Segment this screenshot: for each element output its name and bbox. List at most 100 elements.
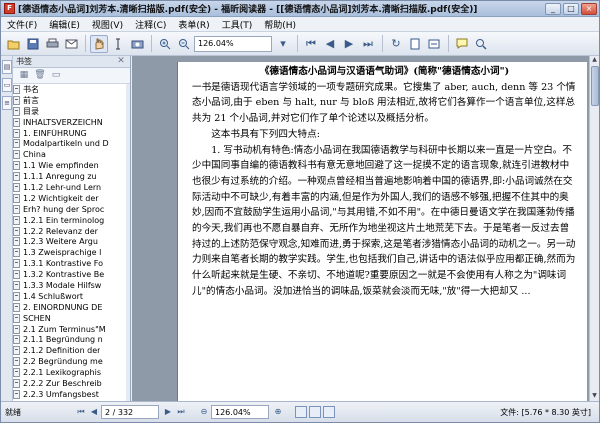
bookmark-item[interactable]: Modalpartikeln und D [13, 138, 127, 149]
document-scrollbar[interactable]: ▲ ▼ [589, 56, 599, 401]
scroll-down-icon[interactable]: ▼ [590, 392, 599, 401]
first-page-icon[interactable]: ⏮ [302, 35, 320, 53]
toolbar-separator [297, 35, 298, 52]
menu-file[interactable]: 文件(F) [7, 18, 37, 31]
bookmark-icon [13, 84, 20, 94]
bookmark-label: 1.1 Wie empfinden [23, 161, 99, 171]
status-zoom-out-icon[interactable]: ⊖ [198, 406, 210, 418]
page-number-field[interactable]: 2 / 332 [101, 405, 159, 419]
last-page-icon[interactable]: ⏭ [359, 35, 377, 53]
bookmark-item[interactable]: China [13, 149, 127, 160]
search-icon[interactable] [472, 35, 490, 53]
bookmark-item[interactable]: 2. EINORDNUNG DE [13, 302, 127, 313]
bookmark-icon [13, 357, 20, 367]
print-icon[interactable] [43, 35, 61, 53]
bookmark-item[interactable]: 书名 [13, 84, 127, 95]
bookmark-item[interactable]: 1.1.2 Lehr-und Lern [13, 182, 127, 193]
bookmark-scrollbar[interactable] [126, 84, 130, 401]
facing-view-icon[interactable] [323, 406, 335, 418]
pdf-page: 《德语情态小品词与汉语语气助词》(简称"德语情态小词") 一书是德语现代语言学领域… [177, 62, 587, 401]
zoom-combo[interactable]: 126.04% [194, 35, 272, 52]
bookmark-item[interactable]: 2.2 Begründung me [13, 356, 127, 367]
menu-edit[interactable]: 编辑(E) [49, 18, 80, 31]
bookmark-item[interactable]: 1.1.1 Anregung zu [13, 171, 127, 182]
menu-comment[interactable]: 注释(C) [135, 18, 166, 31]
close-button[interactable]: × [581, 2, 597, 15]
status-zoom-field[interactable]: 126.04% [211, 405, 269, 419]
bookmark-icon [13, 128, 20, 138]
save-icon[interactable] [24, 35, 42, 53]
snapshot-icon[interactable] [128, 35, 146, 53]
minimize-button[interactable]: _ [545, 2, 561, 15]
bookmark-item[interactable]: 2.2.3 Umfangsbest [13, 389, 127, 400]
layers-tab-icon[interactable]: ≡ [2, 96, 12, 110]
bookmark-item[interactable]: 1.1 Wie empfinden [13, 160, 127, 171]
bookmark-item[interactable]: 1.2.3 Weitere Argu [13, 236, 127, 247]
next-page-icon[interactable]: ▶ [340, 35, 358, 53]
zoom-out-icon[interactable] [175, 35, 193, 53]
bookmark-item[interactable]: 1.3 Zweisprachige l [13, 247, 127, 258]
status-zoom-in-icon[interactable]: ⊕ [272, 406, 284, 418]
bookmark-item[interactable]: 前言 [13, 95, 127, 106]
bookmark-icon [13, 280, 20, 290]
bookmark-item[interactable]: 2.1 Zum Terminus"M [13, 324, 127, 335]
bookmarks-tab-icon[interactable]: ▤ [2, 60, 12, 74]
page-paragraph: 这本书具有下列四大特点: [211, 128, 320, 140]
bookmark-item[interactable]: 2.1.1 Begründung n [13, 334, 127, 345]
status-next-page-icon[interactable]: ▶ [162, 406, 174, 418]
prev-page-icon[interactable]: ◀ [321, 35, 339, 53]
bookmark-label: INHALTSVERZEICHN [23, 117, 103, 127]
bookmark-item[interactable]: 1.2.1 Ein terminolog [13, 215, 127, 226]
menu-view[interactable]: 视图(V) [92, 18, 123, 31]
rotate-icon[interactable]: ↻ [387, 35, 405, 53]
bookmark-item[interactable]: 1.3.2 Kontrastive Be [13, 269, 127, 280]
bookmark-icon [13, 302, 20, 312]
bookmark-item[interactable]: 1.2.2 Relevanz der [13, 226, 127, 237]
bookmark-item[interactable]: 目录 [13, 106, 127, 117]
bookmark-item[interactable]: Erh? hung der Sproc [13, 204, 127, 215]
page-text: 《德语情态小品词与汉语语气助词》(简称"德语情态小词") 一书是德语现代语言学领域… [192, 64, 577, 300]
single-page-view-icon[interactable] [295, 406, 307, 418]
scroll-thumb[interactable] [591, 66, 599, 106]
bookmark-item[interactable]: SCHEN [13, 313, 127, 324]
scroll-up-icon[interactable]: ▲ [590, 56, 599, 65]
email-icon[interactable] [62, 35, 80, 53]
bookmark-item[interactable]: 2.1.2 Definition der [13, 345, 127, 356]
bookmark-item[interactable]: INHALTSVERZEICHN [13, 117, 127, 128]
zoom-in-icon[interactable] [156, 35, 174, 53]
delete-bookmark-icon[interactable]: 🗑 [33, 70, 47, 82]
menu-form[interactable]: 表单(R) [178, 18, 209, 31]
bookmark-label: 1.2.1 Ein terminolog [23, 215, 105, 225]
bookmark-icon [13, 291, 20, 301]
menu-tools[interactable]: 工具(T) [222, 18, 253, 31]
open-icon[interactable] [5, 35, 23, 53]
bookmark-item[interactable]: 1.2 Wichtigkeit der [13, 193, 127, 204]
bookmark-icon [13, 139, 20, 149]
bookmark-label: 2.1.2 Definition der [23, 346, 101, 356]
bookmark-item[interactable]: 2.2.2 Zur Beschreib [13, 378, 127, 389]
pages-tab-icon[interactable]: ▭ [2, 78, 12, 92]
expand-bookmarks-icon[interactable]: ▦ [17, 70, 31, 82]
bookmark-item[interactable]: 1.4 Schlußwort [13, 291, 127, 302]
bookmark-item[interactable]: 1.3.1 Kontrastive Fo [13, 258, 127, 269]
bookmark-label: 1.2.3 Weitere Argu [23, 237, 98, 247]
status-last-page-icon[interactable]: ⏭ [175, 406, 187, 418]
fit-width-icon[interactable] [425, 35, 443, 53]
select-text-icon[interactable] [109, 35, 127, 53]
close-panel-icon[interactable]: ✕ [114, 56, 128, 68]
status-first-page-icon[interactable]: ⏮ [75, 406, 87, 418]
status-prev-page-icon[interactable]: ◀ [88, 406, 100, 418]
maximize-button[interactable]: □ [563, 2, 579, 15]
toolbar-separator [448, 35, 449, 52]
zoom-dropdown-icon[interactable]: ▾ [274, 35, 292, 53]
bookmark-item[interactable]: 1. EINFÜHRUNG [13, 128, 127, 139]
continuous-view-icon[interactable] [309, 406, 321, 418]
bookmark-options-icon[interactable]: ▭ [49, 70, 63, 82]
hand-icon[interactable] [90, 34, 108, 53]
bookmark-item[interactable]: 2.2.1 Lexikographis [13, 367, 127, 378]
comment-icon[interactable] [453, 35, 471, 53]
bookmark-item[interactable]: 1.3.3 Modale Hilfsw [13, 280, 127, 291]
menu-help[interactable]: 帮助(H) [264, 18, 296, 31]
bookmark-label: 1.1.1 Anregung zu [23, 172, 97, 182]
fit-page-icon[interactable] [406, 35, 424, 53]
